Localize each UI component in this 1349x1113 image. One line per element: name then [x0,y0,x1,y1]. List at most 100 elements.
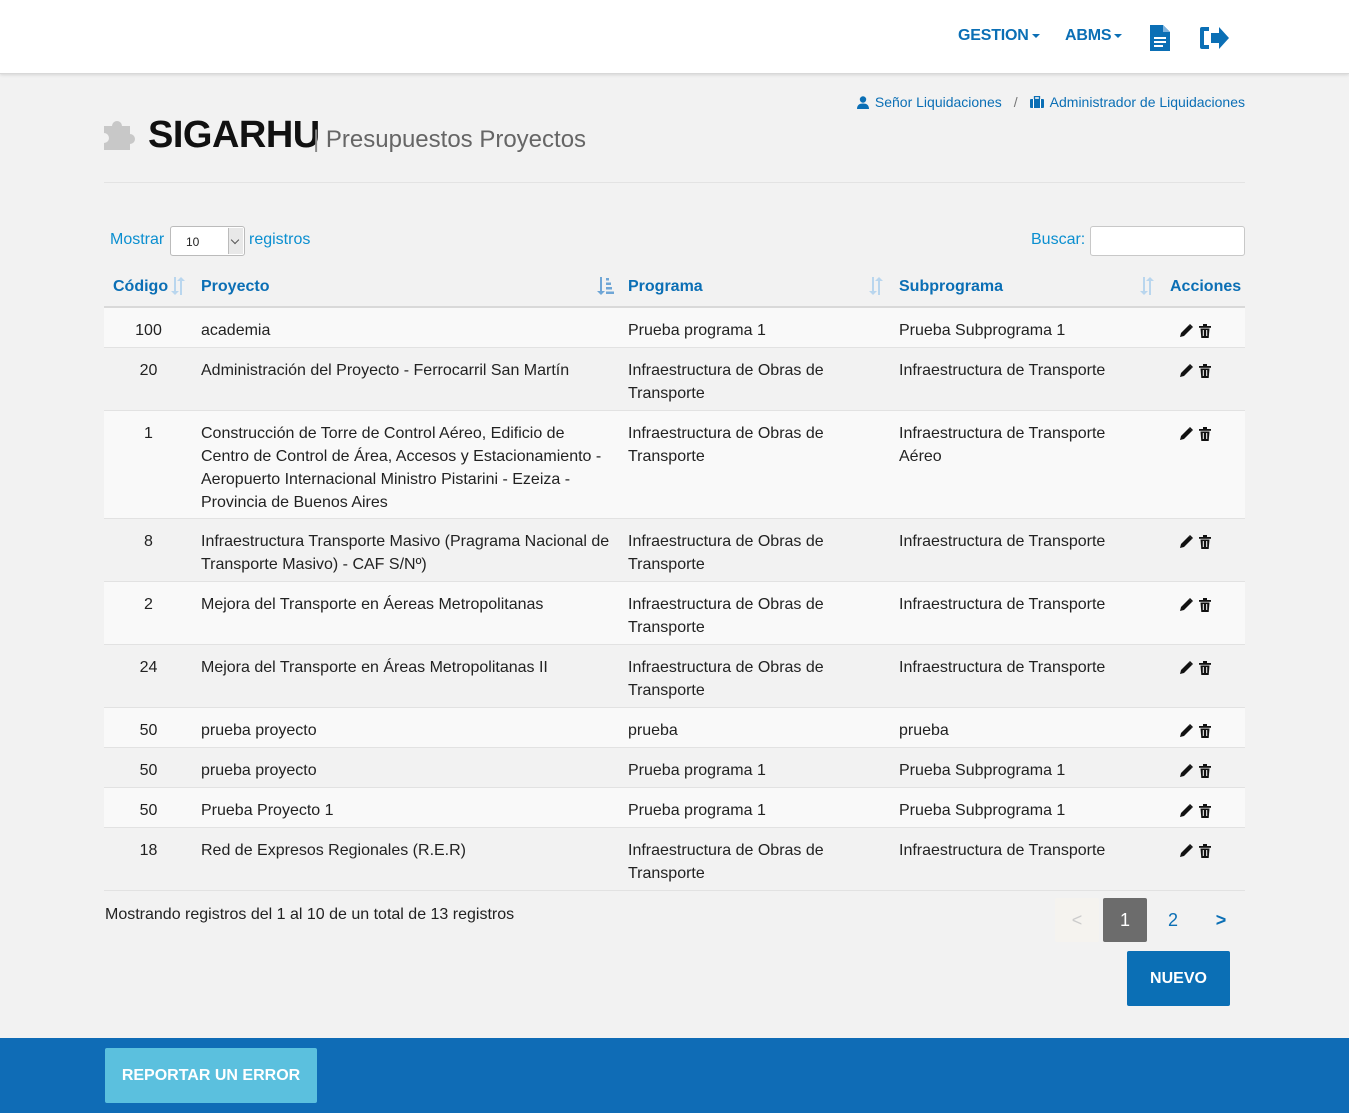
cell-subprograma: Prueba Subprograma 1 [899,762,1066,779]
cell-acciones [1179,842,1211,865]
cell-subprograma: Infraestructura de Transporte [899,842,1106,859]
cell-proyecto: prueba proyecto [201,762,317,779]
search-input[interactable] [1090,226,1245,256]
logout-icon[interactable] [1199,25,1229,56]
sort-both-icon[interactable] [170,277,186,300]
edit-pencil-icon[interactable] [1179,533,1193,556]
subtitle-text: Presupuestos Proyectos [325,126,587,153]
title-separator: | [313,126,320,153]
table-row: 18 Red de Expresos Regionales (R.E.R) Infr… [104,828,1245,891]
page-size-value: 10 [186,235,200,249]
delete-trash-icon[interactable] [1199,762,1211,785]
pagination-page-1[interactable]: 1 [1103,898,1147,942]
edit-pencil-icon[interactable] [1179,842,1193,865]
records-info: Mostrando registros del 1 al 10 de un to… [105,906,515,923]
document-icon[interactable] [1150,25,1170,56]
edit-pencil-icon[interactable] [1179,722,1193,745]
menu-abms[interactable]: ABMS [1065,27,1123,45]
table-row: 24 Mejora del Transporte en Áreas Metropo… [104,645,1245,708]
breadcrumb-role[interactable]: Administrador de Liquidaciones [1050,94,1245,110]
delete-trash-icon[interactable] [1199,802,1211,825]
sort-both-icon[interactable] [1139,277,1155,300]
cell-acciones [1179,322,1211,345]
cell-programa: Infraestructura de Obras de Transporte [628,659,824,699]
user-icon [856,95,869,109]
cell-subprograma: Prueba Subprograma 1 [899,322,1066,339]
menu-gestion[interactable]: GESTION [958,27,1040,45]
report-error-button[interactable]: REPORTAR UN ERROR [105,1048,317,1103]
cell-codigo: 50 [139,802,158,819]
cell-proyecto: prueba proyecto [201,722,317,739]
cell-subprograma: Infraestructura de Transporte [899,659,1106,676]
edit-pencil-icon[interactable] [1179,322,1193,345]
cell-subprograma: prueba [899,722,949,739]
new-button[interactable]: NUEVO [1127,951,1230,1006]
page-title: SIGARHU [148,114,320,156]
cell-acciones [1179,596,1211,619]
briefcase-icon [1029,96,1044,108]
top-navbar: GESTION ABMS [0,0,1349,74]
cell-proyecto: Red de Expresos Regionales (R.E.R) [201,842,467,859]
cell-proyecto: Mejora del Transporte en Áreas Metropoli… [201,659,548,676]
menu-gestion-label: GESTION [958,27,1029,44]
puzzle-icon [104,116,140,155]
table-row: 100 academia Prueba programa 1 Prueba Subpr… [104,308,1245,348]
table-row: 50 prueba proyecto prueba prueba [104,708,1245,748]
caret-down-icon [1031,33,1040,38]
cell-codigo: 20 [139,362,158,379]
menu-abms-label: ABMS [1065,27,1112,44]
delete-trash-icon[interactable] [1199,659,1211,682]
delete-trash-icon[interactable] [1199,425,1211,448]
cell-acciones [1179,659,1211,682]
cell-proyecto: academia [201,322,271,339]
cell-proyecto: Prueba Proyecto 1 [201,802,334,819]
pagination-next[interactable]: > [1199,898,1243,942]
column-header-proyecto[interactable]: Proyecto [201,278,269,296]
column-header-subprograma[interactable]: Subprograma [899,278,1003,296]
breadcrumb-separator: / [1013,94,1018,110]
cell-proyecto: Administración del Proyecto - Ferrocarri… [201,362,570,379]
sort-both-icon[interactable] [868,277,884,300]
delete-trash-icon[interactable] [1199,596,1211,619]
edit-pencil-icon[interactable] [1179,596,1193,619]
edit-pencil-icon[interactable] [1179,802,1193,825]
table-body: 100 academia Prueba programa 1 Prueba Subpr… [104,308,1245,891]
cell-subprograma: Infraestructura de Transporte [899,533,1106,550]
edit-pencil-icon[interactable] [1179,762,1193,785]
page-subtitle: | Presupuestos Proyectos [313,126,586,154]
cell-programa: Prueba programa 1 [628,802,766,819]
table-row: 1 Construcción de Torre de Control Aéreo,… [104,411,1245,519]
breadcrumb: Señor Liquidaciones / Administrador de L… [856,94,1245,110]
sort-asc-icon[interactable] [596,277,614,300]
pagination-page-2[interactable]: 2 [1151,898,1195,942]
records-label: registros [249,231,311,248]
cell-proyecto: Mejora del Transporte en Áereas Metropol… [201,596,544,613]
cell-proyecto: Infraestructura Transporte Masivo (Pragr… [201,533,610,573]
delete-trash-icon[interactable] [1199,842,1211,865]
column-header-codigo[interactable]: Código [113,278,168,296]
cell-codigo: 50 [139,762,158,779]
pagination-prev[interactable]: < [1055,898,1099,942]
delete-trash-icon[interactable] [1199,533,1211,556]
cell-acciones [1179,802,1211,825]
cell-codigo: 8 [144,533,153,550]
table-row: 50 prueba proyecto Prueba programa 1 Prueba… [104,748,1245,788]
cell-codigo: 50 [139,722,158,739]
column-header-programa[interactable]: Programa [628,278,703,296]
table-row: 50 Prueba Proyecto 1 Prueba programa 1 Prue… [104,788,1245,828]
delete-trash-icon[interactable] [1199,362,1211,385]
cell-codigo: 1 [144,425,153,442]
edit-pencil-icon[interactable] [1179,362,1193,385]
delete-trash-icon[interactable] [1199,322,1211,345]
breadcrumb-user[interactable]: Señor Liquidaciones [875,94,1002,110]
cell-subprograma: Infraestructura de Transporte Aéreo [899,425,1106,465]
cell-codigo: 2 [144,596,153,613]
search-label: Buscar: [1031,231,1086,248]
delete-trash-icon[interactable] [1199,722,1211,745]
cell-acciones [1179,533,1211,556]
edit-pencil-icon[interactable] [1179,425,1193,448]
edit-pencil-icon[interactable] [1179,659,1193,682]
page-size-select[interactable]: 10 [170,226,245,256]
cell-programa: Prueba programa 1 [628,322,766,339]
cell-subprograma: Infraestructura de Transporte [899,596,1106,613]
